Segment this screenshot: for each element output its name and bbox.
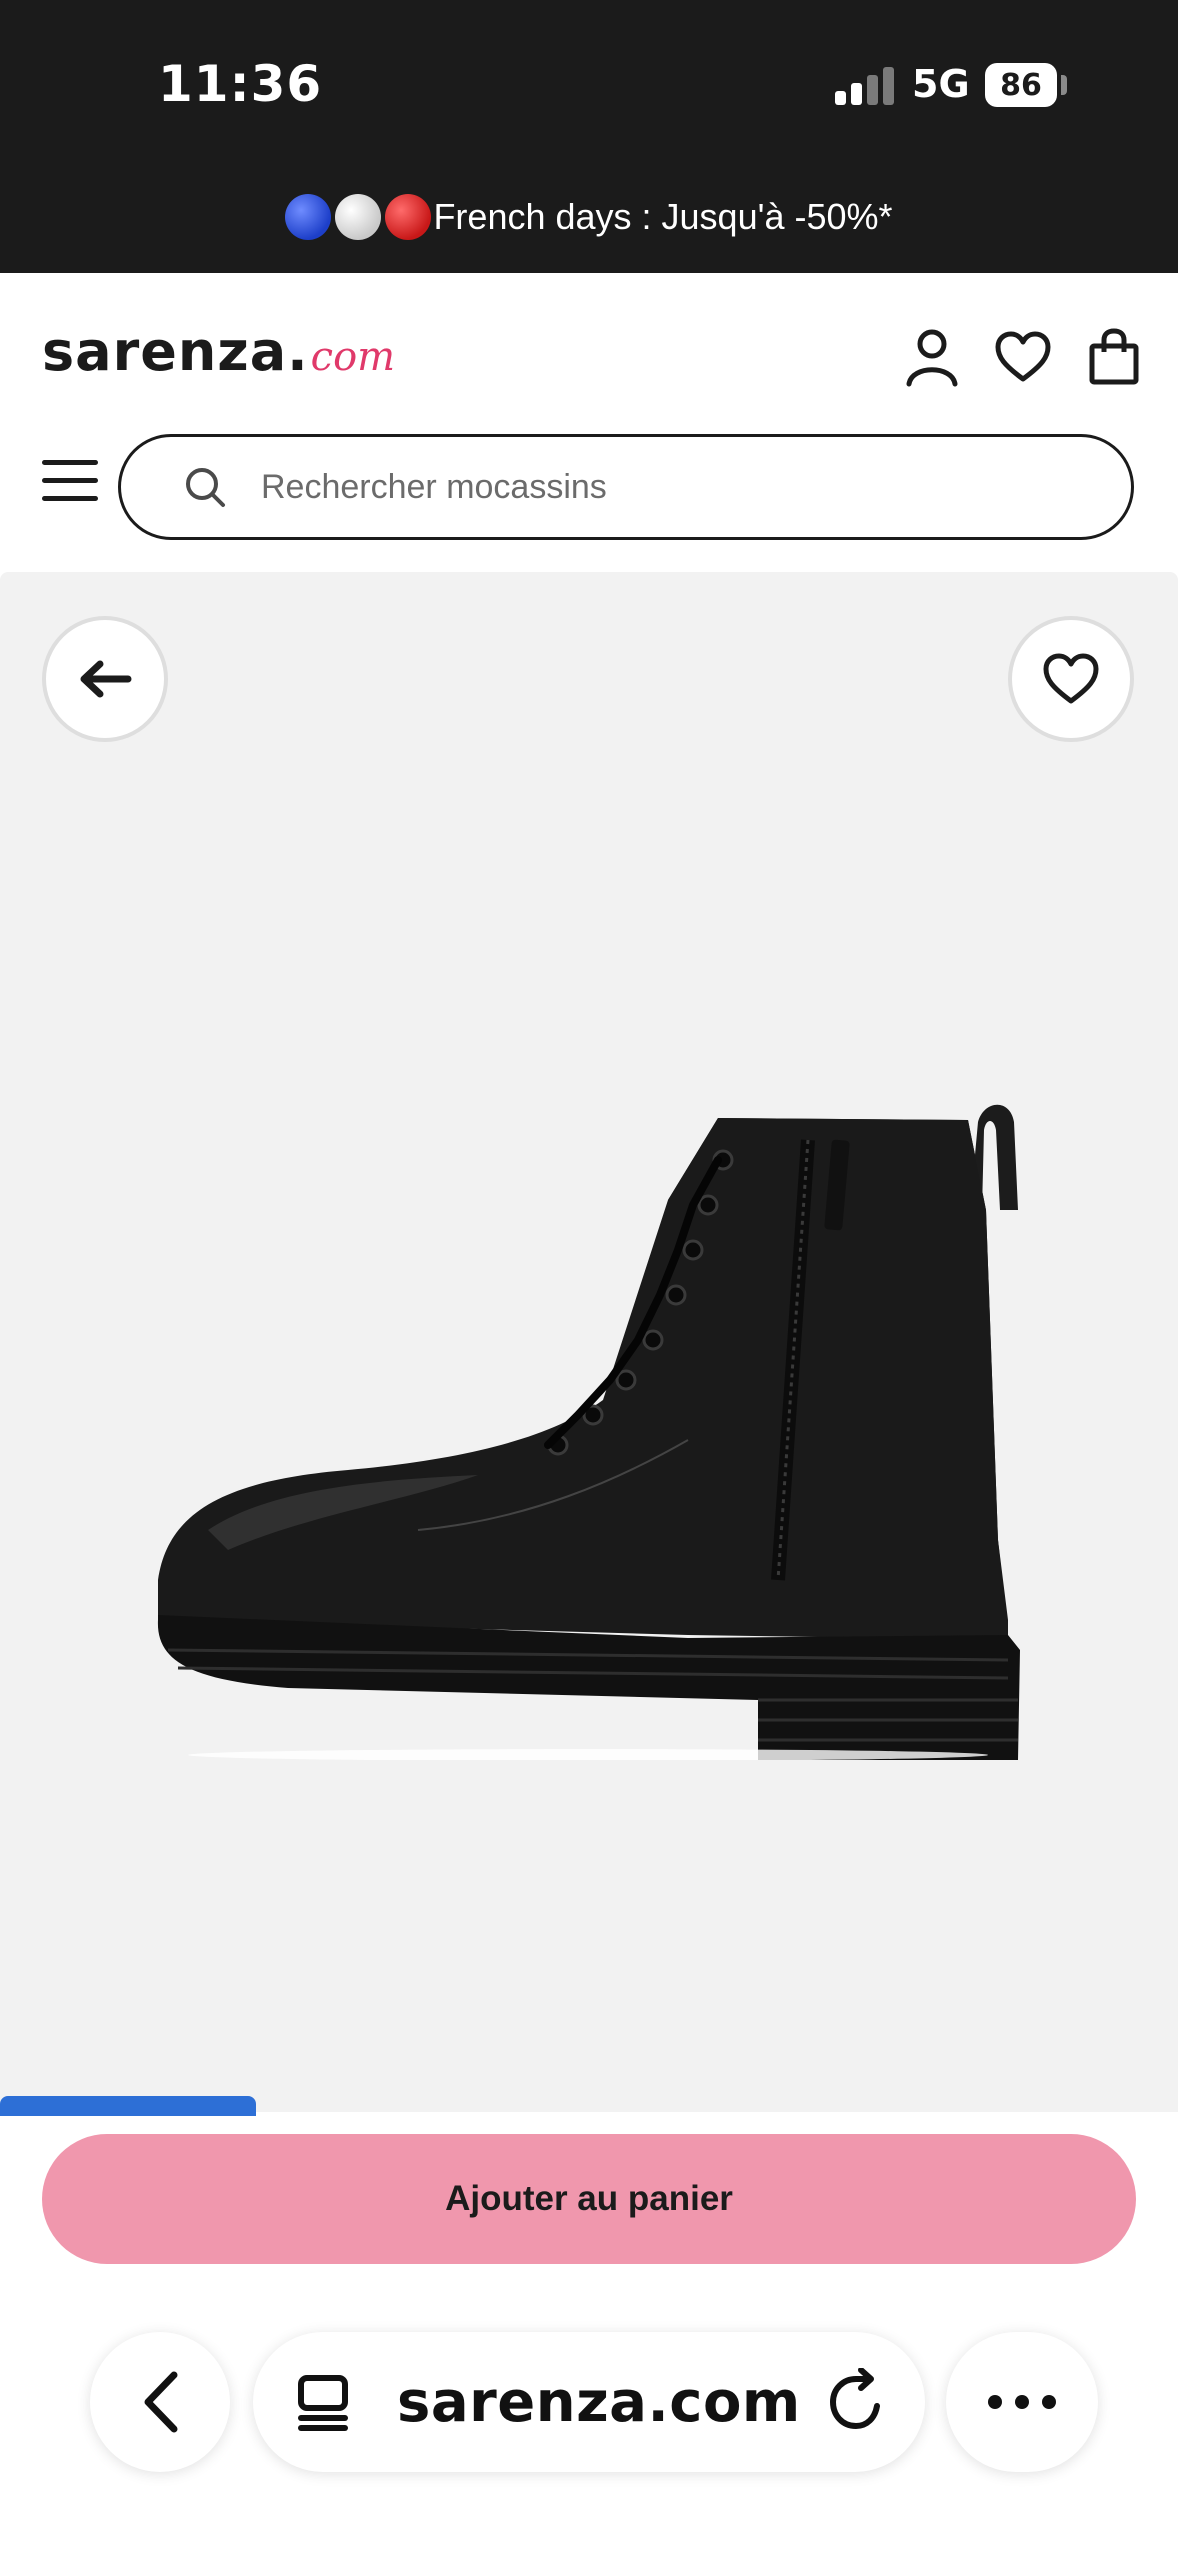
battery-level: 86 bbox=[1000, 67, 1042, 103]
search-icon bbox=[186, 468, 225, 507]
heart-icon bbox=[1043, 653, 1099, 704]
shopping-bag-icon[interactable] bbox=[1082, 325, 1146, 389]
arrow-left-icon bbox=[80, 660, 132, 698]
red-ball-icon bbox=[385, 194, 432, 240]
top-dark-area: 11:36 5G 86 French days : Jusqu'à -50%* bbox=[0, 0, 1178, 273]
tabs-icon bbox=[298, 2375, 348, 2431]
logo-main-text: sarenza. bbox=[42, 320, 309, 383]
favorite-button[interactable] bbox=[1008, 616, 1134, 742]
status-time: 11:36 bbox=[158, 55, 323, 113]
logo-suffix-text: com bbox=[310, 334, 396, 380]
back-chevron-icon bbox=[144, 2371, 178, 2433]
url-text: sarenza.com bbox=[397, 2369, 801, 2435]
product-boot-image bbox=[157, 1104, 1021, 1760]
browser-back-button[interactable] bbox=[90, 2332, 230, 2472]
more-dots-icon bbox=[988, 2395, 1056, 2409]
menu-icon[interactable] bbox=[42, 458, 98, 502]
sarenza-logo[interactable]: sarenza. com bbox=[42, 320, 395, 383]
add-to-cart-button[interactable]: Ajouter au panier bbox=[42, 2134, 1136, 2264]
search-input[interactable]: Rechercher mocassins bbox=[261, 468, 607, 507]
promo-text: French days : Jusqu'à -50%* bbox=[433, 196, 893, 237]
white-ball-icon bbox=[335, 194, 382, 240]
back-button[interactable] bbox=[42, 616, 168, 742]
blue-ball-icon bbox=[285, 194, 332, 240]
battery-icon: 86 bbox=[985, 63, 1057, 107]
battery-cap bbox=[1061, 75, 1067, 95]
network-type: 5G bbox=[912, 62, 970, 106]
browser-toolbar: sarenza.com bbox=[0, 2290, 1178, 2560]
wishlist-heart-icon[interactable] bbox=[991, 325, 1055, 389]
promo-banner[interactable]: French days : Jusqu'à -50%* bbox=[0, 185, 1178, 249]
account-icon[interactable] bbox=[900, 325, 964, 389]
address-bar[interactable]: sarenza.com bbox=[253, 2332, 925, 2472]
reload-icon[interactable] bbox=[825, 2368, 891, 2434]
signal-icon bbox=[835, 65, 895, 105]
search-bar[interactable]: Rechercher mocassins bbox=[118, 434, 1134, 540]
blue-tab-indicator[interactable] bbox=[0, 2096, 256, 2116]
more-button[interactable] bbox=[946, 2332, 1098, 2472]
